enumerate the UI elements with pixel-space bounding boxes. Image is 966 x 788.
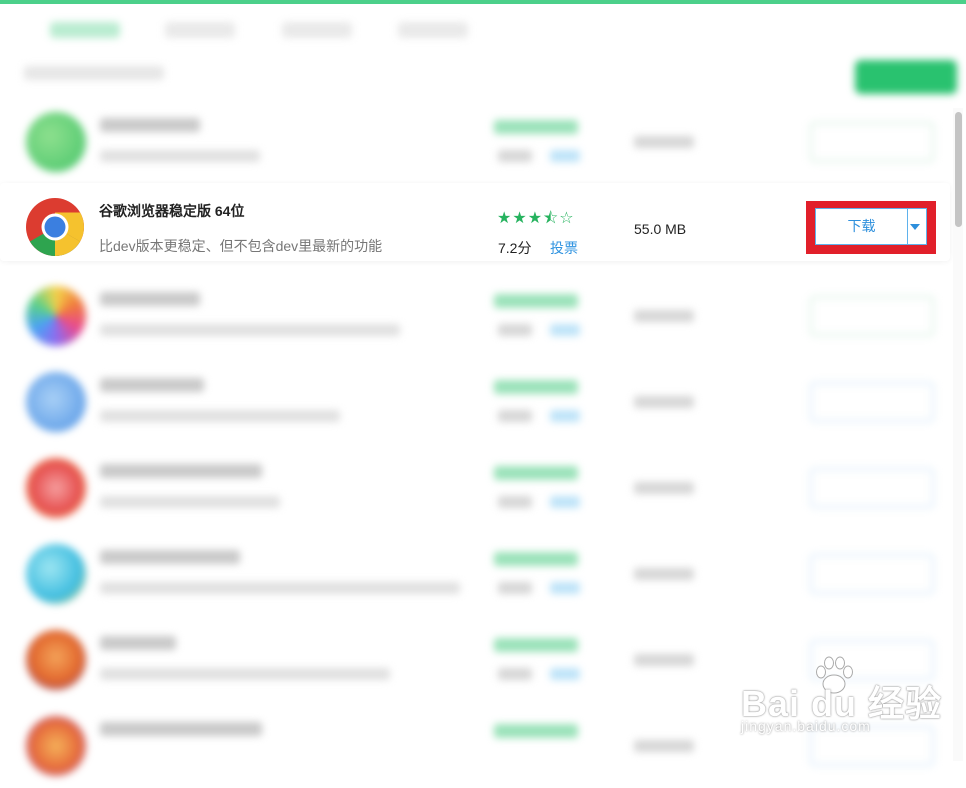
rating-stars xyxy=(494,724,578,738)
tab-3[interactable] xyxy=(282,22,352,38)
vote-link[interactable] xyxy=(550,150,580,162)
star-filled-icon: ★ xyxy=(512,210,528,227)
app-title xyxy=(100,378,204,392)
rating-stars xyxy=(494,380,578,394)
open-button[interactable] xyxy=(810,122,934,162)
dropdown-arrow-icon[interactable] xyxy=(910,224,920,230)
app-score xyxy=(498,150,532,162)
list-item xyxy=(0,272,950,358)
app-description: 比dev版本更稳定、但不包含dev里最新的功能 xyxy=(99,238,383,254)
download-button[interactable] xyxy=(810,382,934,422)
batch-action-button[interactable] xyxy=(855,60,957,94)
app-title xyxy=(100,636,176,650)
download-button[interactable] xyxy=(810,554,934,594)
app-size xyxy=(634,740,694,752)
app-icon xyxy=(26,544,86,604)
download-label[interactable]: 下载 xyxy=(816,209,908,244)
app-size xyxy=(634,310,694,322)
app-description xyxy=(100,668,390,680)
rating-stars xyxy=(494,294,578,308)
app-icon xyxy=(26,630,86,690)
list-item xyxy=(0,358,950,444)
vote-link[interactable] xyxy=(550,410,580,422)
app-size: 55.0 MB xyxy=(634,221,687,237)
tab-2[interactable] xyxy=(165,22,235,38)
scrollbar-thumb[interactable] xyxy=(955,112,962,227)
star-half-icon: ⯪ xyxy=(543,210,560,227)
app-title xyxy=(100,292,200,306)
app-icon xyxy=(26,372,86,432)
app-title xyxy=(100,550,240,564)
app-description xyxy=(100,582,460,594)
tab-1[interactable] xyxy=(50,22,120,38)
app-size xyxy=(634,482,694,494)
app-icon xyxy=(26,112,86,172)
vote-link[interactable]: 投票 xyxy=(550,238,578,258)
star-filled-icon: ★ xyxy=(497,210,513,227)
app-title xyxy=(100,722,262,736)
list-item xyxy=(0,98,950,184)
vote-link[interactable] xyxy=(550,496,580,508)
rating-stars xyxy=(494,552,578,566)
app-score xyxy=(498,324,532,336)
rating-stars xyxy=(494,638,578,652)
category-tabs xyxy=(0,4,966,54)
vote-link[interactable] xyxy=(550,582,580,594)
app-title: 谷歌浏览器稳定版 64位 xyxy=(99,203,245,219)
app-size xyxy=(634,136,694,148)
watermark-url: jingyan.baidu.com xyxy=(741,718,871,734)
app-icon xyxy=(26,458,86,518)
app-description xyxy=(100,324,400,336)
chrome-icon xyxy=(26,198,84,256)
app-score xyxy=(498,410,532,422)
open-button[interactable] xyxy=(810,296,934,336)
rating-stars xyxy=(494,120,578,134)
vote-link[interactable] xyxy=(550,324,580,336)
app-score xyxy=(498,582,532,594)
app-score xyxy=(498,496,532,508)
app-icon xyxy=(26,286,86,346)
app-score: 7.2分 xyxy=(498,240,532,256)
rating-stars: ★★★⯪☆ xyxy=(497,207,575,234)
app-title xyxy=(100,464,262,478)
app-size xyxy=(634,568,694,580)
app-size xyxy=(634,654,694,666)
app-description xyxy=(100,496,280,508)
list-summary xyxy=(24,66,164,80)
list-item xyxy=(0,530,950,616)
vote-link[interactable] xyxy=(550,668,580,680)
star-filled-icon: ★ xyxy=(527,210,544,227)
app-score xyxy=(498,668,532,680)
list-item xyxy=(0,444,950,530)
rating-stars xyxy=(494,466,578,480)
app-title xyxy=(100,118,200,132)
tab-4[interactable] xyxy=(398,22,468,38)
app-description xyxy=(100,150,260,162)
app-size xyxy=(634,396,694,408)
download-button[interactable] xyxy=(810,468,934,508)
app-description xyxy=(100,410,340,422)
app-icon xyxy=(26,716,86,776)
download-button[interactable]: 下载 xyxy=(815,208,927,245)
star-empty-icon: ☆ xyxy=(559,210,575,227)
